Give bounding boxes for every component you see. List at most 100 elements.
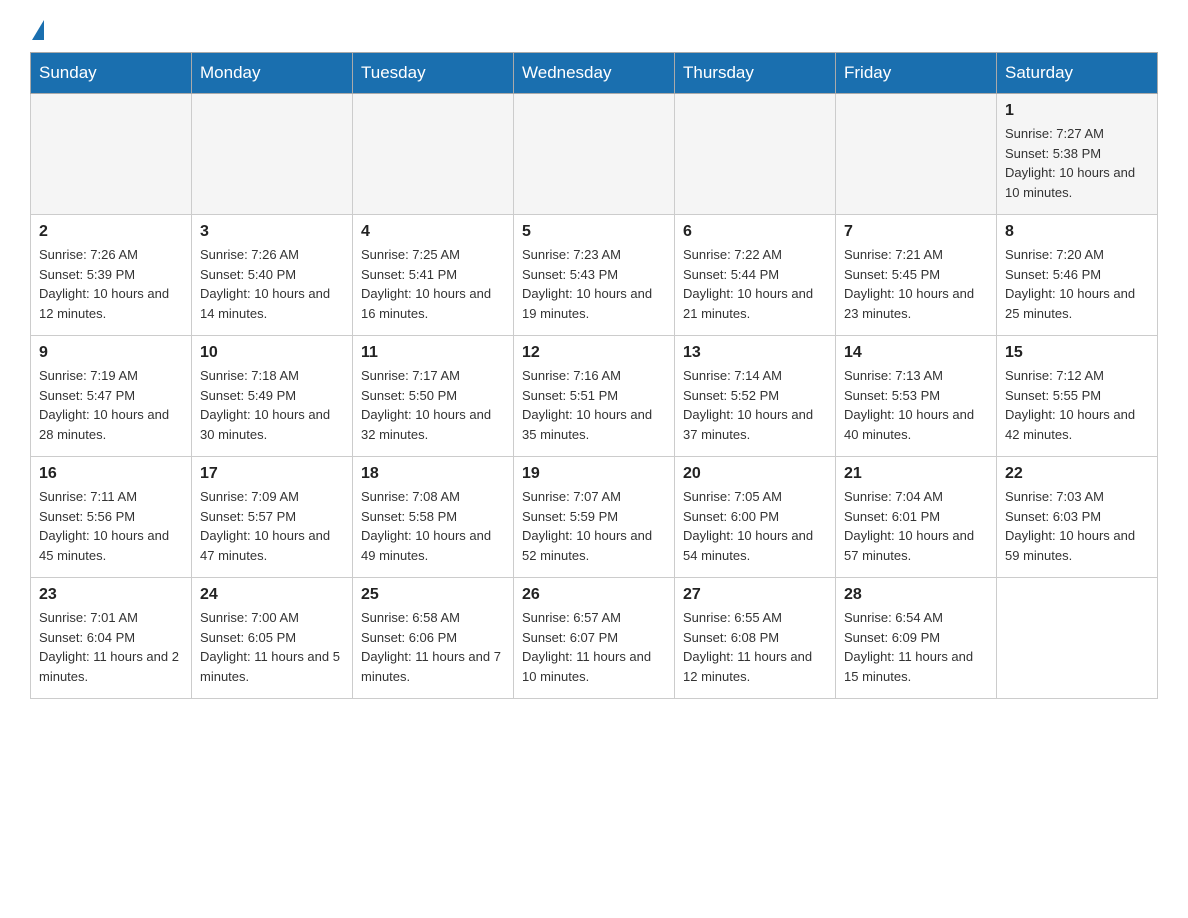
day-info: Sunrise: 7:25 AM Sunset: 5:41 PM Dayligh… [361,245,505,323]
day-info: Sunrise: 7:03 AM Sunset: 6:03 PM Dayligh… [1005,487,1149,565]
day-info: Sunrise: 7:14 AM Sunset: 5:52 PM Dayligh… [683,366,827,444]
calendar-day-cell: 26 Sunrise: 6:57 AM Sunset: 6:07 PM Dayli… [514,578,675,699]
calendar-day-cell: 13 Sunrise: 7:14 AM Sunset: 5:52 PM Dayli… [675,336,836,457]
day-number: 22 [1005,465,1149,483]
day-info: Sunrise: 7:07 AM Sunset: 5:59 PM Dayligh… [522,487,666,565]
calendar-day-cell: 19 Sunrise: 7:07 AM Sunset: 5:59 PM Dayli… [514,457,675,578]
day-number: 28 [844,586,988,604]
page-header [30,20,1158,42]
calendar-day-cell: 24 Sunrise: 7:00 AM Sunset: 6:05 PM Dayli… [192,578,353,699]
day-number: 12 [522,344,666,362]
day-info: Sunrise: 7:18 AM Sunset: 5:49 PM Dayligh… [200,366,344,444]
day-info: Sunrise: 7:01 AM Sunset: 6:04 PM Dayligh… [39,608,183,686]
day-of-week-header: Tuesday [353,53,514,94]
calendar-day-cell: 22 Sunrise: 7:03 AM Sunset: 6:03 PM Dayli… [997,457,1158,578]
calendar-day-cell [997,578,1158,699]
day-number: 27 [683,586,827,604]
calendar-day-cell: 5 Sunrise: 7:23 AM Sunset: 5:43 PM Daylig… [514,215,675,336]
calendar-day-cell: 21 Sunrise: 7:04 AM Sunset: 6:01 PM Dayli… [836,457,997,578]
calendar-day-cell: 12 Sunrise: 7:16 AM Sunset: 5:51 PM Dayli… [514,336,675,457]
calendar-day-cell: 7Sunrise: 7:21 AM Sunset: 5:45 PM Daylig… [836,215,997,336]
calendar-week-row: 2 Sunrise: 7:26 AM Sunset: 5:39 PM Daylig… [31,215,1158,336]
day-number: 23 [39,586,183,604]
calendar-day-cell: 6Sunrise: 7:22 AM Sunset: 5:44 PM Daylig… [675,215,836,336]
day-of-week-header: Saturday [997,53,1158,94]
calendar-week-row: 23 Sunrise: 7:01 AM Sunset: 6:04 PM Dayli… [31,578,1158,699]
calendar-week-row: 1 Sunrise: 7:27 AM Sunset: 5:38 PM Daylig… [31,94,1158,215]
calendar-day-cell [514,94,675,215]
day-number: 26 [522,586,666,604]
day-number: 24 [200,586,344,604]
calendar-day-cell: 20Sunrise: 7:05 AM Sunset: 6:00 PM Dayli… [675,457,836,578]
day-of-week-header: Monday [192,53,353,94]
day-number: 5 [522,223,666,241]
logo [30,20,44,42]
day-number: 13 [683,344,827,362]
day-info: Sunrise: 7:13 AM Sunset: 5:53 PM Dayligh… [844,366,988,444]
day-info: Sunrise: 7:04 AM Sunset: 6:01 PM Dayligh… [844,487,988,565]
calendar-day-cell: 2 Sunrise: 7:26 AM Sunset: 5:39 PM Daylig… [31,215,192,336]
day-info: Sunrise: 7:19 AM Sunset: 5:47 PM Dayligh… [39,366,183,444]
day-info: Sunrise: 7:05 AM Sunset: 6:00 PM Dayligh… [683,487,827,565]
calendar-day-cell: 27 Sunrise: 6:55 AM Sunset: 6:08 PM Dayli… [675,578,836,699]
calendar-day-cell [31,94,192,215]
day-info: Sunrise: 7:26 AM Sunset: 5:39 PM Dayligh… [39,245,183,323]
day-info: Sunrise: 6:54 AM Sunset: 6:09 PM Dayligh… [844,608,988,686]
calendar-day-cell: 16 Sunrise: 7:11 AM Sunset: 5:56 PM Dayli… [31,457,192,578]
day-number: 17 [200,465,344,483]
day-info: Sunrise: 7:08 AM Sunset: 5:58 PM Dayligh… [361,487,505,565]
calendar-day-cell [353,94,514,215]
day-info: Sunrise: 6:58 AM Sunset: 6:06 PM Dayligh… [361,608,505,686]
day-of-week-header: Sunday [31,53,192,94]
day-info: Sunrise: 7:11 AM Sunset: 5:56 PM Dayligh… [39,487,183,565]
calendar-week-row: 9 Sunrise: 7:19 AM Sunset: 5:47 PM Daylig… [31,336,1158,457]
day-number: 16 [39,465,183,483]
logo-triangle-icon [32,20,44,40]
day-info: Sunrise: 7:12 AM Sunset: 5:55 PM Dayligh… [1005,366,1149,444]
calendar-table: SundayMondayTuesdayWednesdayThursdayFrid… [30,52,1158,699]
day-number: 2 [39,223,183,241]
day-number: 8 [1005,223,1149,241]
calendar-day-cell [836,94,997,215]
day-number: 1 [1005,102,1149,120]
calendar-day-cell: 8 Sunrise: 7:20 AM Sunset: 5:46 PM Daylig… [997,215,1158,336]
day-info: Sunrise: 7:20 AM Sunset: 5:46 PM Dayligh… [1005,245,1149,323]
day-info: Sunrise: 7:21 AM Sunset: 5:45 PM Dayligh… [844,245,988,323]
day-number: 18 [361,465,505,483]
day-info: Sunrise: 6:55 AM Sunset: 6:08 PM Dayligh… [683,608,827,686]
calendar-week-row: 16 Sunrise: 7:11 AM Sunset: 5:56 PM Dayli… [31,457,1158,578]
calendar-day-cell: 11 Sunrise: 7:17 AM Sunset: 5:50 PM Dayli… [353,336,514,457]
day-number: 4 [361,223,505,241]
day-number: 19 [522,465,666,483]
day-number: 9 [39,344,183,362]
day-info: Sunrise: 7:16 AM Sunset: 5:51 PM Dayligh… [522,366,666,444]
calendar-day-cell: 14 Sunrise: 7:13 AM Sunset: 5:53 PM Dayli… [836,336,997,457]
calendar-day-cell: 9 Sunrise: 7:19 AM Sunset: 5:47 PM Daylig… [31,336,192,457]
calendar-day-cell: 10 Sunrise: 7:18 AM Sunset: 5:49 PM Dayli… [192,336,353,457]
day-info: Sunrise: 6:57 AM Sunset: 6:07 PM Dayligh… [522,608,666,686]
day-info: Sunrise: 7:23 AM Sunset: 5:43 PM Dayligh… [522,245,666,323]
day-number: 14 [844,344,988,362]
day-number: 10 [200,344,344,362]
calendar-day-cell: 4 Sunrise: 7:25 AM Sunset: 5:41 PM Daylig… [353,215,514,336]
calendar-day-cell: 25Sunrise: 6:58 AM Sunset: 6:06 PM Dayli… [353,578,514,699]
day-info: Sunrise: 7:17 AM Sunset: 5:50 PM Dayligh… [361,366,505,444]
calendar-day-cell [192,94,353,215]
day-number: 3 [200,223,344,241]
calendar-day-cell: 15 Sunrise: 7:12 AM Sunset: 5:55 PM Dayli… [997,336,1158,457]
calendar-day-cell: 28 Sunrise: 6:54 AM Sunset: 6:09 PM Dayli… [836,578,997,699]
day-info: Sunrise: 7:00 AM Sunset: 6:05 PM Dayligh… [200,608,344,686]
calendar-day-cell: 17 Sunrise: 7:09 AM Sunset: 5:57 PM Dayli… [192,457,353,578]
day-info: Sunrise: 7:09 AM Sunset: 5:57 PM Dayligh… [200,487,344,565]
day-info: Sunrise: 7:27 AM Sunset: 5:38 PM Dayligh… [1005,124,1149,202]
calendar-day-cell: 23 Sunrise: 7:01 AM Sunset: 6:04 PM Dayli… [31,578,192,699]
day-of-week-header: Friday [836,53,997,94]
day-number: 15 [1005,344,1149,362]
calendar-day-cell: 3 Sunrise: 7:26 AM Sunset: 5:40 PM Daylig… [192,215,353,336]
calendar-day-cell [675,94,836,215]
calendar-day-cell: 18 Sunrise: 7:08 AM Sunset: 5:58 PM Dayli… [353,457,514,578]
calendar-day-cell: 1 Sunrise: 7:27 AM Sunset: 5:38 PM Daylig… [997,94,1158,215]
day-number: 11 [361,344,505,362]
day-number: 21 [844,465,988,483]
day-info: Sunrise: 7:26 AM Sunset: 5:40 PM Dayligh… [200,245,344,323]
